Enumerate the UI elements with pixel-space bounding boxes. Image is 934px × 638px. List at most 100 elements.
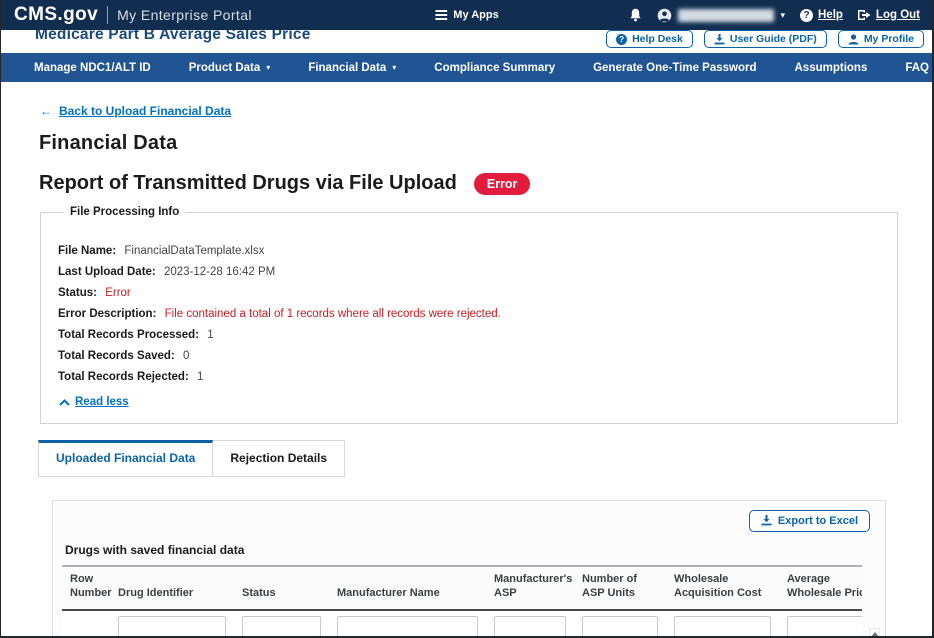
nav-label: Product Data <box>189 62 261 74</box>
table-header-row: Row Number Drug Identifier Status Manufa… <box>62 567 862 611</box>
field-label: Error Description: <box>58 308 156 320</box>
portal-name: My Enterprise Portal <box>117 7 252 23</box>
nav-financial-data[interactable]: Financial Data ▾ <box>289 62 415 74</box>
field-label: Total Records Rejected: <box>58 371 189 383</box>
table-scroll-area: Drugs with saved financial data Row Numb… <box>62 537 862 638</box>
chevron-up-icon <box>59 399 70 406</box>
help-link[interactable]: ? Help <box>800 9 843 22</box>
table-filter-row <box>62 610 862 638</box>
brand-divider <box>107 6 108 24</box>
my-profile-label: My Profile <box>864 33 914 45</box>
field-value: 0 <box>183 350 189 362</box>
vertical-scrollbar[interactable] <box>869 628 880 638</box>
page-title: Financial Data <box>39 132 934 155</box>
records-rejected-row: Total Records Rejected: 1 <box>58 371 881 383</box>
app-title-bar: Medicare Part B Average Sales Price ? He… <box>0 30 934 53</box>
last-upload-date-row: Last Upload Date: 2023-12-28 16:42 PM <box>58 266 881 278</box>
export-label: Export to Excel <box>778 515 858 527</box>
nav-manage-ndc1-alt-id[interactable]: Manage NDC1/ALT ID <box>24 62 170 74</box>
error-status-badge: Error <box>474 173 531 195</box>
filter-input-drug-identifier[interactable] <box>118 616 226 637</box>
nav-label: Assumptions <box>795 62 868 74</box>
download-icon <box>714 34 725 45</box>
col-row-number: Row Number <box>62 567 110 611</box>
table-caption: Drugs with saved financial data <box>62 537 862 567</box>
chevron-down-icon: ▾ <box>266 64 270 72</box>
user-avatar-icon <box>657 8 672 23</box>
field-value-error: File contained a total of 1 records wher… <box>165 308 501 320</box>
field-value: 1 <box>197 371 203 383</box>
user-caret-icon: ▾ <box>780 11 785 20</box>
filter-input-average-wholesale-price[interactable] <box>787 616 862 637</box>
apps-grid-icon <box>435 10 447 20</box>
filter-input-manufacturer-name[interactable] <box>337 616 478 637</box>
filter-input-status[interactable] <box>242 616 321 637</box>
error-description-row: Error Description: File contained a tota… <box>58 308 881 320</box>
field-label: File Name: <box>58 245 116 257</box>
user-menu[interactable]: ▾ <box>657 8 785 23</box>
field-value: 1 <box>207 329 213 341</box>
back-arrow-icon: ← <box>40 104 52 118</box>
nav-generate-otp[interactable]: Generate One-Time Password <box>574 62 775 74</box>
field-value-error: Error <box>105 287 131 299</box>
help-desk-button[interactable]: ? Help Desk <box>606 30 693 48</box>
nav-compliance-summary[interactable]: Compliance Summary <box>415 62 574 74</box>
tab-label: Uploaded Financial Data <box>56 451 195 465</box>
status-row: Status: Error <box>58 287 881 299</box>
field-label: Status: <box>58 287 97 299</box>
help-desk-label: Help Desk <box>632 33 683 45</box>
field-value: FinancialDataTemplate.xlsx <box>124 245 264 257</box>
main-nav: Manage NDC1/ALT ID Product Data ▾ Financ… <box>0 53 934 82</box>
col-status: Status <box>234 567 329 611</box>
filter-input-manufacturers-asp[interactable] <box>494 616 566 637</box>
my-apps-label: My Apps <box>453 9 498 21</box>
drugs-table: Row Number Drug Identifier Status Manufa… <box>62 567 862 638</box>
user-guide-button[interactable]: User Guide (PDF) <box>704 30 827 48</box>
records-saved-row: Total Records Saved: 0 <box>58 350 881 362</box>
help-label: Help <box>818 9 843 21</box>
col-number-of-asp-units: Number of ASP Units <box>574 567 666 611</box>
help-desk-icon: ? <box>616 34 627 45</box>
filter-input-wholesale-acquisition-cost[interactable] <box>674 616 771 637</box>
notification-bell-icon[interactable] <box>629 8 642 22</box>
back-link-label: Back to Upload Financial Data <box>59 104 231 118</box>
nav-label: Financial Data <box>308 62 386 74</box>
my-apps-button[interactable]: My Apps <box>435 9 498 21</box>
app-title: Medicare Part B Average Sales Price <box>35 30 311 53</box>
nav-faq[interactable]: FAQ <box>886 62 934 74</box>
profile-person-icon <box>848 34 859 45</box>
tab-label: Rejection Details <box>230 451 327 465</box>
col-manufacturers-asp: Manufacturer's ASP <box>486 567 574 611</box>
cms-logo[interactable]: CMS.gov <box>14 4 98 26</box>
export-download-icon <box>761 515 772 526</box>
records-processed-row: Total Records Processed: 1 <box>58 329 881 341</box>
chevron-down-icon: ▾ <box>392 64 396 72</box>
my-profile-button[interactable]: My Profile <box>838 30 924 48</box>
nav-product-data[interactable]: Product Data ▾ <box>170 62 290 74</box>
scroll-up-arrow-icon[interactable] <box>871 632 879 637</box>
logout-icon <box>858 9 871 21</box>
report-title: Report of Transmitted Drugs via File Upl… <box>39 172 457 195</box>
filter-input-number-of-asp-units[interactable] <box>582 616 658 637</box>
read-less-label: Read less <box>75 396 129 408</box>
field-value: 2023-12-28 16:42 PM <box>164 266 275 278</box>
logout-link[interactable]: Log Out <box>858 9 920 21</box>
col-drug-identifier: Drug Identifier <box>110 567 234 611</box>
nav-label: FAQ <box>905 62 929 74</box>
file-info-legend: File Processing Info <box>64 206 185 218</box>
read-less-link[interactable]: Read less <box>59 396 129 408</box>
tab-bar: Uploaded Financial Data Rejection Detail… <box>38 440 934 477</box>
tab-uploaded-financial-data[interactable]: Uploaded Financial Data <box>38 440 213 477</box>
nav-label: Manage NDC1/ALT ID <box>34 62 151 74</box>
nav-label: Compliance Summary <box>434 62 555 74</box>
nav-assumptions[interactable]: Assumptions <box>776 62 887 74</box>
page-content: ← Back to Upload Financial Data Financia… <box>0 82 934 638</box>
tab-rejection-details[interactable]: Rejection Details <box>213 440 345 477</box>
export-to-excel-button[interactable]: Export to Excel <box>749 510 870 532</box>
logout-label: Log Out <box>876 9 920 21</box>
file-name-row: File Name: FinancialDataTemplate.xlsx <box>58 245 881 257</box>
back-to-upload-link[interactable]: ← Back to Upload Financial Data <box>40 104 231 118</box>
uploaded-data-panel: Export to Excel Drugs with saved financi… <box>52 500 886 638</box>
field-label: Total Records Processed: <box>58 329 199 341</box>
help-icon: ? <box>800 9 813 22</box>
